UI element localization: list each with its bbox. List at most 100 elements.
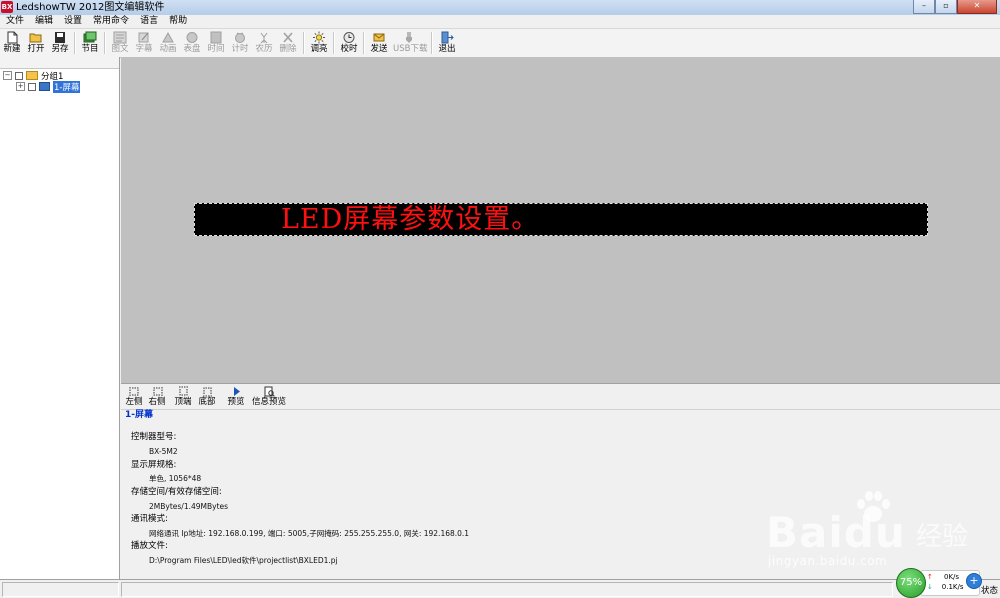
group-checkbox[interactable]	[15, 71, 23, 80]
animation-icon	[162, 31, 174, 43]
exit-button-label: 退出	[438, 44, 456, 54]
delete-icon	[283, 32, 293, 43]
memory-usage-badge[interactable]: 75%	[896, 568, 926, 598]
delete-button-label: 删除	[279, 44, 297, 54]
lunar-calendar-icon	[260, 32, 268, 44]
menu-common-commands[interactable]: 常用命令	[87, 15, 134, 28]
app-logo-icon: BX	[1, 1, 13, 13]
program-button[interactable]: 节目	[78, 30, 102, 56]
clock-dial-icon	[186, 32, 198, 43]
watermark-brand: Baidu	[766, 508, 906, 557]
align-right-icon	[153, 387, 162, 396]
delete-button[interactable]: 删除	[276, 30, 300, 56]
screen-tree-panel: − 分组1 + 1-屏幕	[0, 57, 120, 579]
tree-node-group[interactable]: − 分组1	[3, 70, 63, 82]
boost-plus-icon[interactable]: +	[966, 573, 982, 589]
menu-language[interactable]: 语言	[134, 15, 163, 28]
exit-button[interactable]: 退出	[435, 30, 459, 56]
net-speed-widget[interactable]: ↑ 0K/s ↓ 0.1K/s 75% +	[896, 568, 986, 598]
led-screen-text: LED屏幕参数设置。	[281, 204, 540, 235]
screen-spec-value: 单色, 1056*48	[149, 474, 202, 483]
save-as-button[interactable]: 另存	[48, 30, 72, 56]
comm-mode-label: 通讯模式:	[131, 514, 168, 524]
usb-download-button[interactable]: USB下载	[393, 30, 427, 56]
menu-edit[interactable]: 编辑	[29, 15, 58, 28]
subtitle-icon	[138, 32, 149, 43]
info-preview-label: 信息预览	[251, 397, 286, 407]
folder-icon	[26, 71, 38, 80]
watermark-zh: 经验	[916, 522, 969, 552]
play-icon	[233, 387, 240, 396]
screen-spec-label: 显示屏规格:	[131, 460, 177, 470]
controller-model-value: BX-5M2	[149, 447, 178, 456]
save-as-button-label: 另存	[51, 44, 69, 54]
screen-checkbox[interactable]	[28, 82, 36, 91]
save-icon	[55, 32, 65, 43]
play-file-value: D:\Program Files\LED\led软件\projectlist\B…	[149, 556, 338, 565]
led-screen-preview[interactable]: LED屏幕参数设置。	[194, 203, 928, 236]
exit-icon	[441, 31, 454, 44]
align-bottom-button[interactable]: 底部	[197, 386, 217, 410]
minimize-button[interactable]: –	[913, 0, 935, 14]
align-bottom-icon	[202, 387, 212, 397]
brightness-button-label: 调亮	[310, 44, 328, 54]
tree-node-screen[interactable]: + 1-屏幕	[16, 80, 81, 93]
watermark-url: jingyan.baidu.com	[768, 554, 888, 568]
status-cell-main	[121, 582, 893, 597]
program-button-label: 节目	[81, 44, 99, 54]
open-folder-icon	[29, 33, 42, 43]
watermark-brand-part2: du	[843, 508, 906, 557]
sync-time-button[interactable]: 校时	[337, 30, 361, 56]
image-text-icon	[113, 31, 127, 44]
brightness-icon	[313, 31, 325, 44]
send-button-label: 发送	[370, 44, 388, 54]
tree-panel-header	[0, 57, 119, 69]
align-top-label: 顶端	[174, 397, 192, 407]
sync-time-button-label: 校时	[340, 44, 358, 54]
align-bottom-label: 底部	[198, 397, 216, 407]
menu-file[interactable]: 文件	[0, 15, 29, 28]
preview-button[interactable]: 预览	[227, 386, 245, 410]
usb-download-icon	[406, 32, 412, 43]
align-right-button[interactable]: 右侧	[148, 386, 166, 410]
collapse-toggle-icon[interactable]: −	[3, 71, 12, 80]
brightness-button[interactable]: 调亮	[307, 30, 331, 56]
download-speed-row: ↓ 0.1K/s	[927, 583, 964, 591]
comm-mode-value: 网络通讯 Ip地址: 192.168.0.199, 端口: 5005,子网掩码:…	[149, 529, 470, 538]
usb-download-button-label: USB下载	[393, 44, 428, 54]
send-icon	[373, 33, 385, 42]
alignment-toolbar: 左侧 右侧 顶端 底部 预览 信息预览	[121, 383, 1000, 410]
window-controls: – ▫ ✕	[913, 0, 997, 14]
align-top-button[interactable]: 顶端	[173, 386, 193, 410]
upload-speed: 0K/s	[944, 573, 960, 581]
storage-value: 2MBytes/1.49MBytes	[149, 502, 229, 511]
storage-label: 存储空间/有效存储空间:	[131, 487, 222, 497]
status-bar: 状态	[0, 579, 1000, 598]
expand-toggle-icon[interactable]: +	[16, 82, 25, 91]
play-file-label: 播放文件:	[131, 541, 168, 551]
info-preview-icon	[264, 386, 275, 397]
title-bar: BX LedshowTW 2012图文编辑软件 – ▫ ✕	[0, 0, 1000, 16]
tree-node-screen-label: 1-屏幕	[53, 80, 81, 93]
info-preview-button[interactable]: 信息预览	[251, 386, 287, 410]
main-toolbar: 新建 打开 另存 节目 图文 字幕 动画 表盘 时间 计时 农历 删除 调亮 校…	[0, 28, 1000, 58]
menu-help[interactable]: 帮助	[163, 15, 192, 28]
download-speed: 0.1K/s	[941, 583, 964, 591]
upload-speed-row: ↑ 0K/s	[927, 573, 959, 581]
monitor-icon	[39, 82, 50, 91]
download-arrow-icon: ↓	[927, 583, 933, 591]
watermark-brand-part1: Bai	[766, 508, 844, 557]
align-right-label: 右侧	[148, 397, 166, 407]
time-icon	[210, 31, 222, 44]
align-top-icon	[178, 386, 188, 396]
controller-model-label: 控制器型号:	[131, 432, 177, 442]
sync-time-icon	[343, 32, 355, 43]
maximize-button[interactable]: ▫	[935, 0, 957, 14]
info-panel-title: 1-屏幕	[125, 410, 153, 420]
close-button[interactable]: ✕	[957, 0, 997, 14]
align-left-button[interactable]: 左侧	[125, 386, 143, 410]
preview-label: 预览	[227, 397, 245, 407]
new-file-icon	[7, 31, 18, 44]
menu-settings[interactable]: 设置	[58, 15, 87, 28]
send-button[interactable]: 发送	[367, 30, 391, 56]
